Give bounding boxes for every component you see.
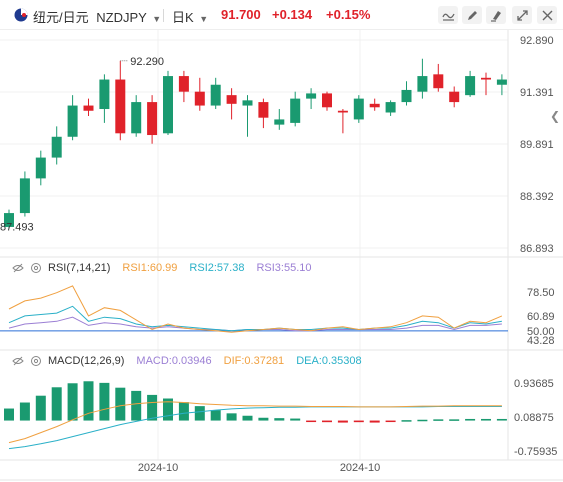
candle-body [306,93,317,99]
candle-body [115,79,126,134]
price-axis-tick: 88.392 [520,191,554,203]
chevron-left-icon[interactable]: ❮ [550,109,563,127]
macd-histogram-bar [274,418,285,421]
candle-body [449,91,460,103]
high-price-label: 92.290 [130,56,164,68]
macd-histogram-bar [99,382,110,421]
price-axis-tick: 92.890 [520,35,554,47]
eye-off-icon[interactable] [12,262,24,274]
candle-body [385,102,396,113]
candle-body [258,102,269,118]
macd-axis-tick: 0.93685 [514,378,554,390]
macd-histogram-bar [481,418,491,421]
macd-histogram-bar [19,402,30,421]
macd-histogram-bar [496,418,507,421]
price-axis-tick: 89.891 [520,139,554,151]
rsi3-line [8,316,502,332]
price-axis-tick: 91.391 [520,87,554,99]
candle-body [496,79,507,85]
candle-body [226,95,237,104]
candle-body [131,102,142,134]
price-axis-tick: 86.893 [520,243,554,255]
rsi-axis-tick: 60.89 [527,311,555,323]
macd-histogram-bar [258,417,269,421]
candle-body [210,84,221,106]
macd-histogram-bar [449,419,460,421]
candle-body [369,103,380,108]
rsi1-value: RSI1:60.99 [122,262,178,274]
settings-icon[interactable] [30,262,42,274]
candle-body [194,91,205,106]
rsi3-value: RSI3:55.10 [256,262,312,274]
x-axis-label: 2024-10 [340,462,380,474]
dif-value: DIF:0.37281 [223,355,285,367]
candle-body [353,98,364,120]
macd-histogram-bar [369,420,380,423]
candle-body [274,119,285,125]
macd-histogram-bar [433,419,444,421]
rsi2-line [8,305,502,332]
candle-body [178,76,189,92]
rsi-header: RSI(7,14,21) RSI1:60.99 RSI2:57.38 RSI3:… [12,262,312,274]
macd-histogram-bar [385,420,396,423]
low-price-label: 87.493 [0,222,34,234]
macd-histogram-bar [337,420,348,423]
macd-axis-tick: -0.75935 [514,446,557,458]
eye-off-icon[interactable] [12,355,24,367]
macd-histogram-bar [4,408,14,421]
candle-body [19,178,30,214]
macd-histogram-bar [290,418,301,421]
macd-histogram-bar [147,394,158,421]
rsi2-value: RSI2:57.38 [189,262,245,274]
macd-histogram-bar [67,383,78,421]
candle-body [322,93,332,108]
candle-body [417,76,428,92]
candle-body [35,157,46,179]
macd-header: MACD(12,26,9) MACD:0.03946 DIF:0.37281 D… [12,355,362,367]
candle-body [465,76,476,96]
rsi-name: RSI(7,14,21) [48,262,111,274]
candle-body [433,74,444,89]
macd-histogram-bar [322,420,332,423]
macd-histogram-bar [115,387,126,421]
candle-body [99,79,110,110]
settings-icon[interactable] [30,355,42,367]
macd-histogram-bar [35,395,46,421]
rsi-axis-tick: 43.28 [527,335,555,347]
x-axis-label: 2024-10 [138,462,178,474]
candle-body [51,136,62,158]
rsi-axis-tick: 78.50 [527,287,555,299]
macd-histogram-bar [465,418,476,421]
candle-body [242,100,253,106]
macd-histogram-bar [306,420,317,423]
chart-canvas[interactable]: 92.890 91.391 89.891 88.392 86.893 92.290 87.4… [0,0,563,482]
candle-body [67,105,78,137]
macd-histogram-bar [194,406,205,421]
macd-histogram-bar [242,415,253,421]
macd-histogram-bar [210,410,221,421]
macd-histogram-bar [417,419,428,422]
macd-histogram-bar [401,420,412,422]
candle-body [83,105,94,111]
dea-line [8,406,502,450]
macd-histogram-bar [131,390,142,421]
macd-histogram-bar [353,420,364,423]
macd-histogram-bar [226,413,237,421]
dea-value: DEA:0.35308 [296,355,362,367]
candle-body [337,110,348,113]
candle-body [481,77,491,80]
macd-histogram-bar [178,402,189,421]
candle-body [163,76,173,134]
candle-body [401,89,412,103]
candle-body [147,102,158,136]
macd-histogram-bar [51,387,62,421]
macd-axis-tick: 0.08875 [514,412,554,424]
macd-value: MACD:0.03946 [136,355,212,367]
candle-body [290,98,301,123]
macd-name: MACD(12,26,9) [48,355,125,367]
